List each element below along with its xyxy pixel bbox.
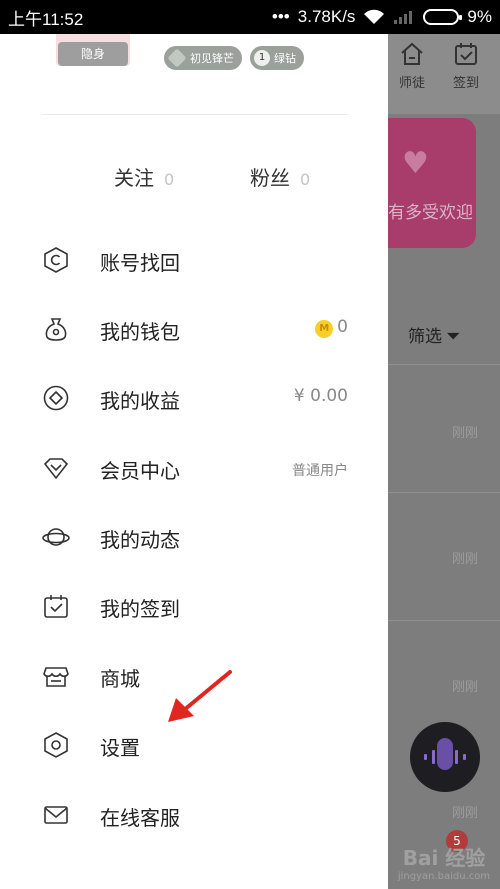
menu-item-label: 我的动态 bbox=[100, 528, 180, 552]
earnings-value: ¥ 0.00 bbox=[293, 386, 348, 406]
voice-button[interactable] bbox=[410, 722, 480, 792]
tab-checkin[interactable]: 签到 bbox=[442, 40, 490, 91]
stealth-label[interactable]: 隐身 bbox=[58, 42, 128, 66]
menu-item-label: 商城 bbox=[100, 667, 140, 691]
earnings-icon bbox=[43, 385, 69, 411]
row-time: 刚刚 bbox=[452, 680, 479, 695]
menu-item-label: 会员中心 bbox=[100, 459, 180, 483]
watermark-sub: jingyan.baidu.com bbox=[397, 871, 491, 882]
menu-item-earnings[interactable]: 我的收益 ¥ 0.00 bbox=[0, 372, 388, 424]
menu-item-label: 我的收益 bbox=[100, 389, 180, 413]
follow-label: 关注 bbox=[114, 166, 154, 190]
vip-badge[interactable]: 1 绿钻 bbox=[250, 46, 304, 70]
vip-level: 1 bbox=[254, 50, 270, 66]
menu-item-label: 我的签到 bbox=[100, 597, 180, 621]
row-time: 刚刚 bbox=[452, 552, 479, 567]
mail-icon bbox=[44, 806, 68, 824]
follow-count: 0 bbox=[164, 170, 175, 189]
menu-item-my-posts[interactable]: 我的动态 bbox=[0, 511, 388, 563]
fans-stat[interactable]: 粉丝 0 bbox=[250, 162, 310, 191]
fans-label: 粉丝 bbox=[250, 166, 290, 190]
vip-badge-label: 绿钻 bbox=[274, 52, 296, 65]
banner-text: 有多受欢迎 bbox=[388, 203, 473, 223]
row-time: 刚刚 bbox=[452, 426, 479, 441]
cell-signal-icon bbox=[394, 11, 413, 24]
menu-item-label: 我的钱包 bbox=[100, 320, 180, 344]
diamond-icon bbox=[43, 458, 69, 480]
menu-item-account-recovery[interactable]: 账号找回 bbox=[0, 234, 388, 286]
rank-badge-label: 初见锋芒 bbox=[190, 52, 234, 65]
popularity-banner[interactable]: ♥ 有多受欢迎 bbox=[388, 118, 476, 248]
membership-status: 普通用户 bbox=[292, 463, 348, 479]
status-bar: 上午11:52 ••• 3.78K/s 9% bbox=[0, 0, 500, 34]
wallet-icon bbox=[45, 318, 67, 341]
menu-item-store[interactable]: 商城 bbox=[0, 650, 388, 702]
battery-icon bbox=[423, 9, 463, 25]
menu-item-customer-service[interactable]: 在线客服 bbox=[0, 789, 388, 841]
status-time: 上午11:52 bbox=[8, 9, 84, 29]
planet-icon bbox=[42, 528, 70, 546]
wifi-icon bbox=[364, 9, 385, 24]
divider bbox=[388, 620, 500, 621]
filter-button[interactable]: 筛选 ⏷ bbox=[408, 322, 460, 347]
watermark: Bai 经验 jingyan.baidu.com bbox=[388, 842, 500, 882]
menu-item-wallet[interactable]: 我的钱包 M0 bbox=[0, 303, 388, 355]
fans-count: 0 bbox=[300, 170, 311, 189]
coin-icon: M bbox=[315, 320, 334, 338]
menu-item-label: 在线客服 bbox=[100, 806, 180, 830]
wallet-balance-value: 0 bbox=[337, 317, 348, 337]
menu-item-label: 账号找回 bbox=[100, 251, 180, 275]
menu-item-member-center[interactable]: 会员中心 普通用户 bbox=[0, 442, 388, 494]
microphone-icon bbox=[437, 738, 453, 770]
follow-stat[interactable]: 关注 0 bbox=[114, 162, 174, 191]
settings-icon bbox=[44, 732, 68, 758]
profile-divider bbox=[42, 114, 348, 115]
menu-item-settings[interactable]: 设置 bbox=[0, 719, 388, 771]
battery-percent: 9% bbox=[467, 7, 492, 26]
wallet-balance: M0 bbox=[315, 317, 348, 338]
account-recovery-icon bbox=[44, 247, 68, 273]
tab-checkin-label: 签到 bbox=[452, 76, 479, 91]
funnel-icon: ⏷ bbox=[446, 326, 461, 347]
tab-mentor-label: 师徒 bbox=[398, 76, 425, 91]
tab-mentor[interactable]: 师徒 bbox=[388, 40, 436, 91]
calendar-icon bbox=[455, 43, 477, 65]
status-indicators: ••• 3.78K/s 9% bbox=[272, 7, 492, 27]
divider bbox=[388, 492, 500, 493]
menu-item-check-in[interactable]: 我的签到 bbox=[0, 580, 388, 632]
store-icon bbox=[43, 667, 69, 687]
heart-icon: ♥ bbox=[402, 146, 429, 181]
background-app[interactable]: 师徒 签到 ♥ 有多受欢迎 筛选 ⏷ 刚刚 刚刚 刚刚 刚刚 5 Bai 经验 j… bbox=[388, 34, 500, 889]
watermark-text: Bai 经验 bbox=[402, 846, 486, 870]
network-speed: 3.78K/s bbox=[297, 7, 356, 26]
rank-gem-icon bbox=[167, 48, 187, 68]
rank-badge[interactable]: 初见锋芒 bbox=[164, 46, 242, 70]
filter-label: 筛选 bbox=[408, 327, 442, 347]
house-icon bbox=[401, 42, 423, 65]
side-drawer: 隐身 初见锋芒 1 绿钻 关注 0 粉丝 0 账号找回 我的钱包 M0 我的收益… bbox=[0, 34, 388, 889]
row-time: 刚刚 bbox=[452, 806, 479, 821]
signal-dots: ••• bbox=[271, 7, 290, 26]
divider bbox=[388, 364, 500, 365]
menu-item-label: 设置 bbox=[100, 736, 140, 760]
calendar-check-icon bbox=[44, 595, 68, 618]
